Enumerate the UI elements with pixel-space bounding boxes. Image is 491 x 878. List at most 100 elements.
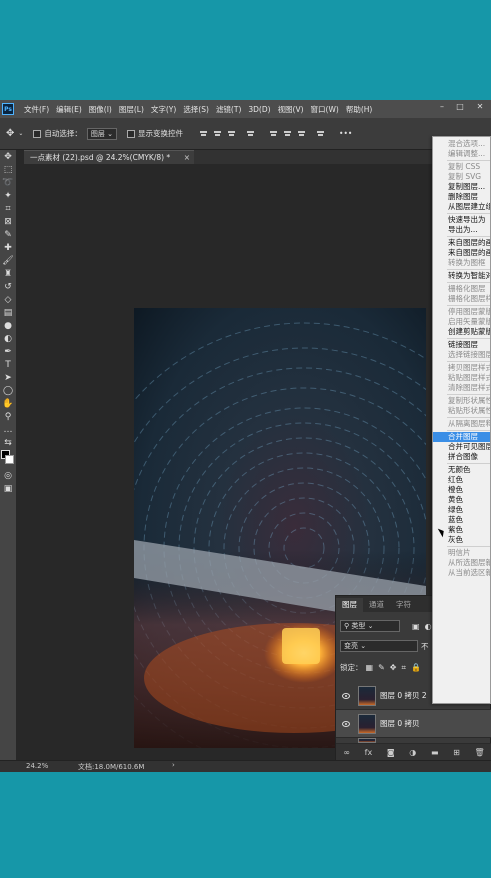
lock-all-icon[interactable]: 🔒 [411,663,421,672]
menu-item[interactable]: 视图(V) [278,104,304,115]
lock-position-icon[interactable]: ✥ [390,663,397,672]
show-transform-checkbox[interactable] [127,129,136,138]
context-menu-item[interactable]: 创建剪贴蒙版 [433,327,490,337]
menu-item[interactable]: 编辑(E) [56,104,82,115]
context-menu-item[interactable]: 复制图层... [433,182,490,192]
align-center-icon[interactable] [213,129,222,138]
zoom-tool-icon[interactable]: ⚲ [0,410,16,423]
filter-kind-dropdown[interactable]: ⚲ 类型 ⌄ [340,620,400,632]
shape-tool-icon[interactable]: ◯ [0,384,16,397]
menu-item[interactable]: 图像(I) [89,104,112,115]
menu-item[interactable]: 文字(Y) [151,104,176,115]
context-menu-item[interactable]: 黄色 [433,495,490,505]
healing-brush-icon[interactable]: ✚ [0,241,16,254]
link-icon[interactable]: ∞ [343,748,350,757]
context-menu-item[interactable]: 橙色 [433,485,490,495]
image-filter-icon[interactable]: ▣ [412,622,420,631]
blur-tool-icon[interactable]: ● [0,319,16,332]
move-tool-icon[interactable]: ✥ [6,128,14,139]
context-menu-item[interactable]: 拼合图像 [433,452,490,462]
visibility-eye-icon[interactable] [342,720,350,727]
lock-pixels-icon[interactable]: ▦ [366,663,374,672]
status-arrow-icon[interactable]: › [172,761,175,769]
quick-mask-icon[interactable]: ◎ [0,469,16,482]
context-menu-item[interactable]: 链接图层 [433,340,490,350]
align-left-icon[interactable] [199,129,208,138]
color-swatches[interactable] [0,449,16,469]
lock-brush-icon[interactable]: ✎ [378,663,385,672]
context-menu-item[interactable]: 从图层建立组 [433,202,490,212]
magic-wand-icon[interactable]: ✦ [0,189,16,202]
path-select-icon[interactable]: ➤ [0,371,16,384]
context-menu-item[interactable]: 快速导出为 [433,215,490,225]
brush-tool-icon[interactable]: 🖌 [0,254,16,267]
context-menu-item[interactable]: 合并图层 [433,432,490,442]
distribute-bottom-icon[interactable] [297,129,306,138]
adjustment-icon[interactable]: ◑ [409,748,416,757]
tab-close-icon[interactable]: × [184,151,190,164]
type-tool-icon[interactable]: T [0,358,16,371]
align-right-icon[interactable] [227,129,236,138]
marquee-tool-icon[interactable]: ⬚ [0,163,16,176]
context-menu-item[interactable]: 绿色 [433,505,490,515]
new-layer-icon[interactable]: ⊞ [453,748,460,757]
pen-tool-icon[interactable]: ✒ [0,345,16,358]
eraser-icon[interactable]: ◇ [0,293,16,306]
menu-item[interactable]: 图层(L) [119,104,144,115]
maximize-icon[interactable]: □ [454,102,466,112]
align-top-icon[interactable] [246,129,255,138]
context-menu-item[interactable]: 合并可见图层 [433,442,490,452]
dodge-tool-icon[interactable]: ◐ [0,332,16,345]
context-menu-item[interactable]: 导出为... [433,225,490,235]
distribute-middle-icon[interactable] [283,129,292,138]
hand-tool-icon[interactable]: ✋ [0,397,16,410]
minimize-icon[interactable]: – [436,102,448,112]
panel-tab[interactable]: 通道 [363,598,390,612]
zoom-level[interactable]: 24.2% [26,762,48,770]
screen-mode-icon[interactable]: ▣ [0,482,16,495]
visibility-eye-icon[interactable] [342,692,350,699]
more-options-icon[interactable]: ••• [339,129,352,138]
menu-item[interactable]: 滤镜(T) [216,104,241,115]
eyedropper-icon[interactable]: ✎ [0,228,16,241]
context-menu-item[interactable]: 红色 [433,475,490,485]
gradient-tool-icon[interactable]: ▤ [0,306,16,319]
auto-select-checkbox[interactable] [33,129,42,138]
chevron-down-icon[interactable]: ⌄ [18,130,23,137]
lasso-tool-icon[interactable]: ➰ [0,176,16,189]
menu-item[interactable]: 选择(S) [183,104,209,115]
frame-tool-icon[interactable]: ⊠ [0,215,16,228]
context-menu-item[interactable]: 来自图层的画框 [433,248,490,258]
menu-item[interactable]: 3D(D) [248,105,270,114]
context-menu-item[interactable]: 蓝色 [433,515,490,525]
context-menu-item[interactable]: 删除图层 [433,192,490,202]
menu-item[interactable]: 窗口(W) [311,104,339,115]
history-brush-icon[interactable]: ↺ [0,280,16,293]
auto-select-dropdown[interactable]: 图层 ⌄ [86,127,118,140]
distribute-vertical-icon[interactable] [316,129,325,138]
swap-colors-icon[interactable]: ⇆ [0,436,16,449]
layer-row[interactable]: 图层 0 拷贝 [336,710,491,738]
menu-item[interactable]: 帮助(H) [346,104,373,115]
panel-tab[interactable]: 图层 [336,598,363,612]
blend-mode-dropdown[interactable]: 变亮 ⌄ [340,640,418,652]
lock-artboard-icon[interactable]: ⌗ [401,663,406,673]
trash-icon[interactable]: 🗑 [475,748,485,757]
menu-item[interactable]: 文件(F) [24,104,49,115]
more-tools-icon[interactable]: … [0,423,16,436]
background-color[interactable] [5,455,14,464]
crop-tool-icon[interactable]: ⌗ [0,202,16,215]
mask-icon[interactable]: ◙ [387,748,395,757]
fx-icon[interactable]: fx [365,748,373,757]
document-tab[interactable]: 一点素材 (22).psd @ 24.2%(CMYK/8) * × [24,150,194,164]
panel-tab[interactable]: 字符 [390,598,417,612]
distribute-top-icon[interactable] [269,129,278,138]
clone-stamp-icon[interactable]: ♜ [0,267,16,280]
folder-icon[interactable]: ▬ [431,748,439,757]
context-menu-item[interactable]: 转换为智能对象 [433,271,490,281]
adjustment-filter-icon[interactable]: ◐ [425,622,432,631]
context-menu-item[interactable]: 来自图层的画板 [433,238,490,248]
move-tool-icon[interactable]: ✥ [0,150,16,163]
close-icon[interactable]: ✕ [474,102,486,112]
context-menu-item[interactable]: 无颜色 [433,465,490,475]
